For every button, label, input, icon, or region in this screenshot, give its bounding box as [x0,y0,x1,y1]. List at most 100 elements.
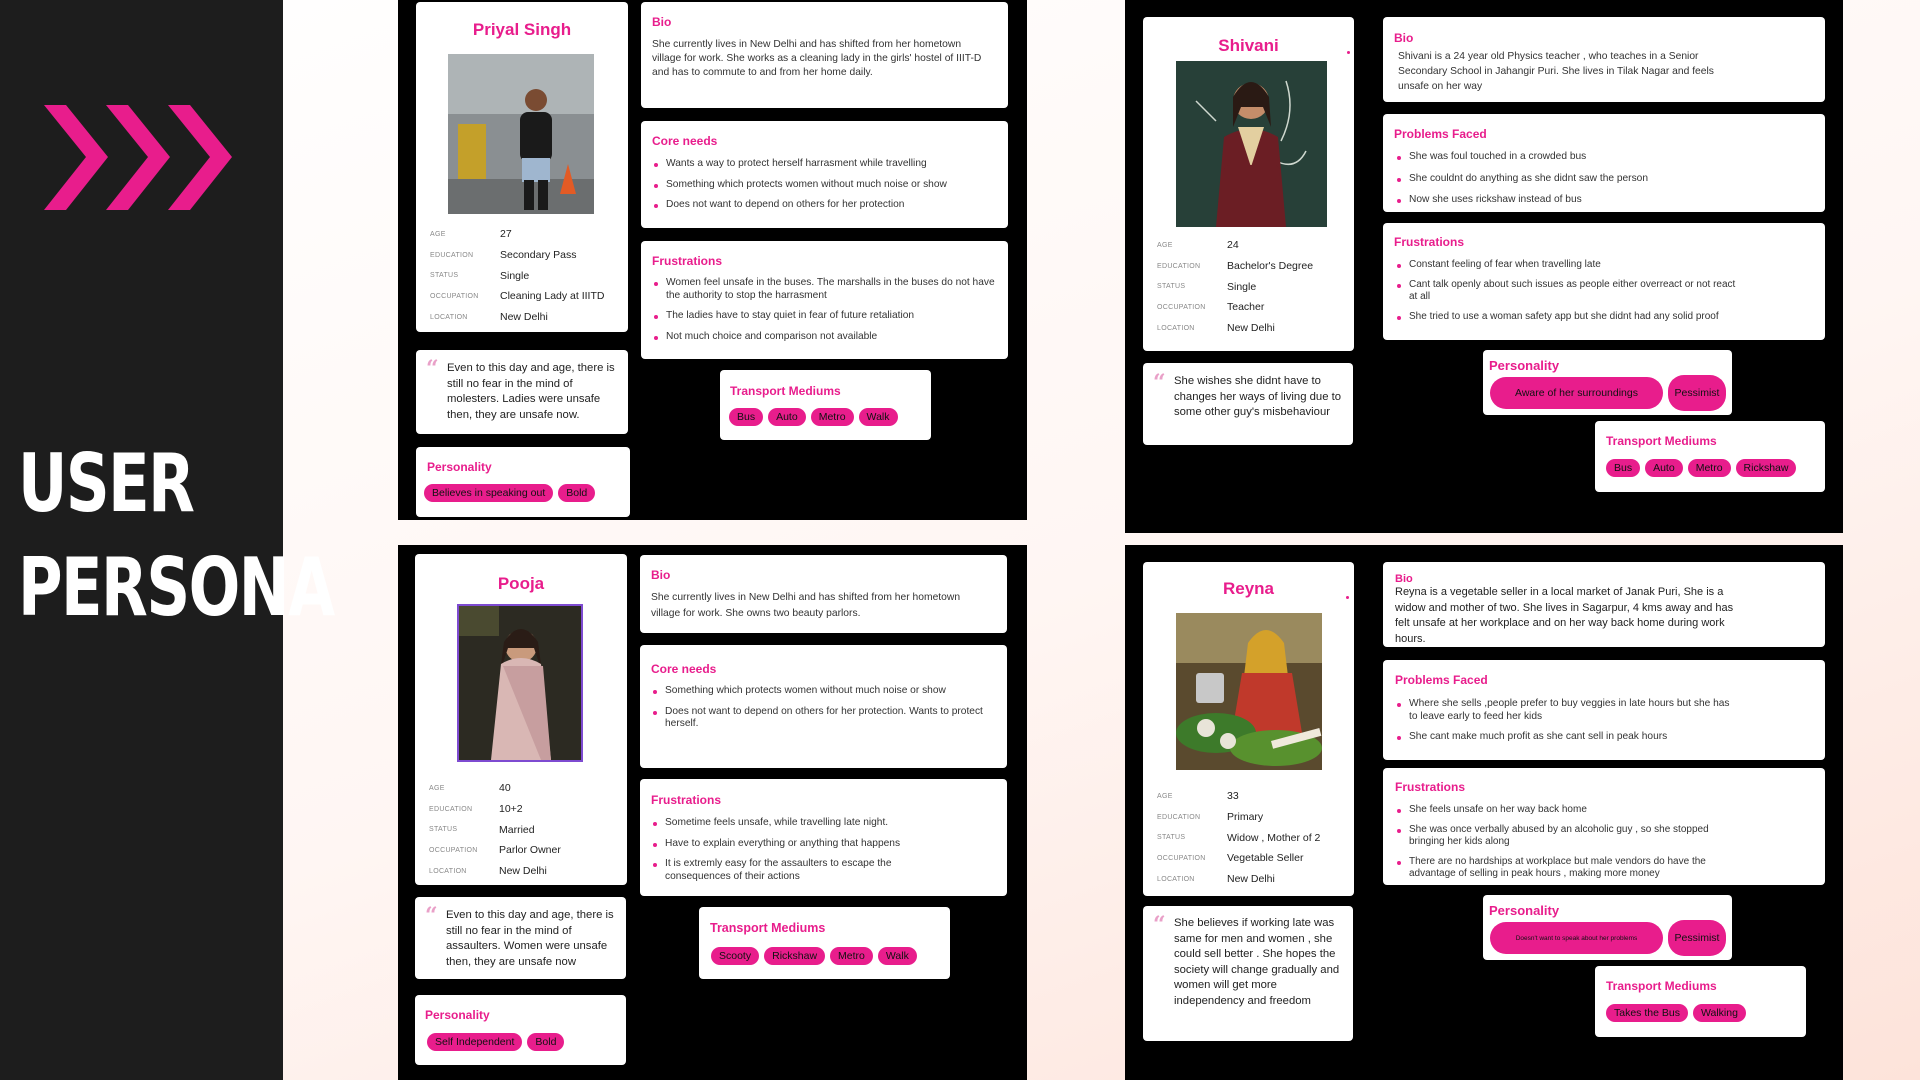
profile-card: Priyal Singh AGE 27 EDUCATION Secondary Pa… [416,2,628,332]
transport-card: Transport Mediums Bus Auto Metro Walk [720,370,931,440]
persona-photo [457,604,583,762]
quote-icon: “ [1153,370,1166,396]
list-item: The ladies have to stay quiet in fear of… [652,310,1000,323]
transport-tag: Walking [1692,1004,1746,1022]
profile-card: Reyna AGE 33 EDUCATION Primary STATUS Widow… [1143,562,1354,896]
persona-photo [1176,61,1327,227]
quote-card: “ She wishes she didnt have to changes h… [1143,363,1353,445]
transport-tag: Auto [1645,459,1683,477]
list-item: Now she uses rickshaw instead of bus [1395,194,1815,207]
transport-tag: Walk [858,408,898,426]
transport-tags: Takes the Bus Walking [1606,1004,1746,1022]
list-item: Does not want to depend on others for he… [652,199,1000,212]
frustrations-list: She feels unsafe on her way back home Sh… [1395,804,1745,889]
frustrations-list: Sometime feels unsafe, while travelling … [651,817,941,891]
bio-text: Shivani is a 24 year old Physics teacher… [1398,51,1714,92]
frustrations-card: Frustrations Constant feeling of fear wh… [1383,223,1825,340]
transport-tag: Auto [768,408,806,426]
quote-card: “ She believes if working late was same … [1143,906,1353,1041]
personality-tag: Aware of her surroundings [1490,377,1663,409]
list-item: Have to explain everything or anything t… [651,838,941,851]
transport-tags: Bus Auto Metro Walk [729,408,898,426]
personality-tag: Pessimist [1668,375,1726,411]
problems-list: She was foul touched in a crowded bus Sh… [1395,151,1815,215]
list-item: Where she sells ,people prefer to buy ve… [1395,698,1735,723]
list-item: She feels unsafe on her way back home [1395,804,1745,817]
sidebar: USER PERSONA [0,0,335,1080]
profile-card: Shivani AGE 24 EDUCATION Bachelor's Degree… [1143,17,1354,351]
decorative-dot [1346,596,1349,599]
transport-card: Transport Mediums Takes the Bus Walking [1595,966,1806,1037]
frustrations-card: Frustrations Women feel unsafe in the bu… [641,241,1008,359]
quote-text: She believes if working late was same fo… [1174,917,1340,1007]
persona-panel-shivani: Shivani AGE 24 EDUCATION Bachelor's Degree… [1125,0,1843,533]
persona-name: Priyal Singh [472,20,572,39]
persona-name: Pooja [497,574,545,593]
transport-tag: Walk [877,947,917,965]
persona-photo [1176,613,1322,770]
list-item: Does not want to depend on others for he… [651,706,999,731]
persona-panel-pooja: Pooja AGE 40 EDUCATION 10+2 STATUS Married … [398,545,1027,1080]
list-item: Wants a way to protect herself harrasmen… [652,158,1000,171]
personality-card: Personality Believes in speaking out Bol… [416,447,630,517]
list-item: Not much choice and comparison not avail… [652,331,1000,344]
bio-text: Reyna is a vegetable seller in a local m… [1395,586,1734,645]
personality-tag: Believes in speaking out [424,484,554,502]
transport-tag: Bus [1606,459,1641,477]
bio-text: She currently lives in New Delhi and has… [651,592,961,619]
persona-name: Reyna [1222,579,1275,598]
list-item: Something which protects women without m… [652,179,1000,192]
problems-card: Problems Faced Where she sells ,people p… [1383,660,1825,760]
list-item: She cant make much profit as she cant se… [1395,731,1735,744]
bio-card: Bio Shivani is a 24 year old Physics tea… [1383,17,1825,102]
frustrations-card: Frustrations She feels unsafe on her way… [1383,768,1825,885]
transport-tag: Scooty [711,947,760,965]
frustrations-list: Women feel unsafe in the buses. The mars… [652,277,1000,351]
quote-text: Even to this day and age, there is still… [446,909,614,968]
core-needs-card: Core needs Wants a way to protect hersel… [641,121,1008,228]
quote-text: She wishes she didnt have to changes her… [1174,375,1342,419]
decorative-dot [1347,51,1350,54]
transport-card: Transport Mediums Scooty Rickshaw Metro … [699,907,950,979]
quote-text: Even to this day and age, there is still… [447,362,615,421]
bio-text: She currently lives in New Delhi and has… [652,39,982,78]
persona-panel-priyal: Priyal Singh AGE 27 EDUCATION Secondary Pa… [398,0,1027,520]
personality-tags: Self Independent Bold [427,1033,565,1051]
quote-card: “ Even to this day and age, there is sti… [415,897,626,979]
frustrations-card: Frustrations Sometime feels unsafe, whil… [640,779,1007,896]
list-item: There are no hardships at workplace but … [1395,856,1745,881]
bio-card: Bio She currently lives in New Delhi and… [640,555,1007,633]
personality-card: Personality Self Independent Bold [415,995,626,1065]
bio-card: Bio Reyna is a vegetable seller in a loc… [1383,562,1825,647]
personality-card: Personality Aware of her surroundings Pe… [1483,350,1732,415]
transport-tag: Takes the Bus [1606,1004,1688,1022]
persona-facts: AGE 27 EDUCATION Secondary Pass STATUS Sing… [430,228,605,324]
transport-tag: Bus [729,408,764,426]
transport-tag: Rickshaw [1735,459,1797,477]
page-title: USER PERSONA [18,437,335,634]
transport-tag: Metro [1687,459,1731,477]
problems-card: Problems Faced She was foul touched in a… [1383,114,1825,212]
list-item: She was foul touched in a crowded bus [1395,151,1815,164]
list-item: Something which protects women without m… [651,685,999,698]
transport-card: Transport Mediums Bus Auto Metro Ricksha… [1595,421,1825,492]
personality-tag: Self Independent [427,1033,523,1051]
profile-card: Pooja AGE 40 EDUCATION 10+2 STATUS Married … [415,554,627,885]
transport-tags: Scooty Rickshaw Metro Walk [711,947,917,965]
quote-icon: “ [425,903,438,929]
list-item: Constant feeling of fear when travelling… [1395,259,1745,272]
list-item: Cant talk openly about such issues as pe… [1395,279,1745,304]
core-needs-list: Something which protects women without m… [651,685,999,739]
persona-facts: AGE 24 EDUCATION Bachelor's Degree STATUS S… [1157,239,1314,335]
list-item: She tried to use a woman safety app but … [1395,311,1745,324]
personality-tags: Believes in speaking out Bold [424,484,596,502]
personality-tag: Bold [527,1033,565,1051]
personality-tag: Doesn't want to speak about her problems [1490,922,1663,954]
list-item: She couldnt do anything as she didnt saw… [1395,173,1815,186]
transport-tag: Metro [830,947,873,965]
core-needs-list: Wants a way to protect herself harrasmen… [652,158,1000,220]
bio-card: Bio She currently lives in New Delhi and… [641,2,1008,108]
personality-tag: Pessimist [1668,920,1726,956]
persona-panel-reyna: Reyna AGE 33 EDUCATION Primary STATUS Widow… [1125,545,1843,1080]
transport-tag: Rickshaw [764,947,826,965]
